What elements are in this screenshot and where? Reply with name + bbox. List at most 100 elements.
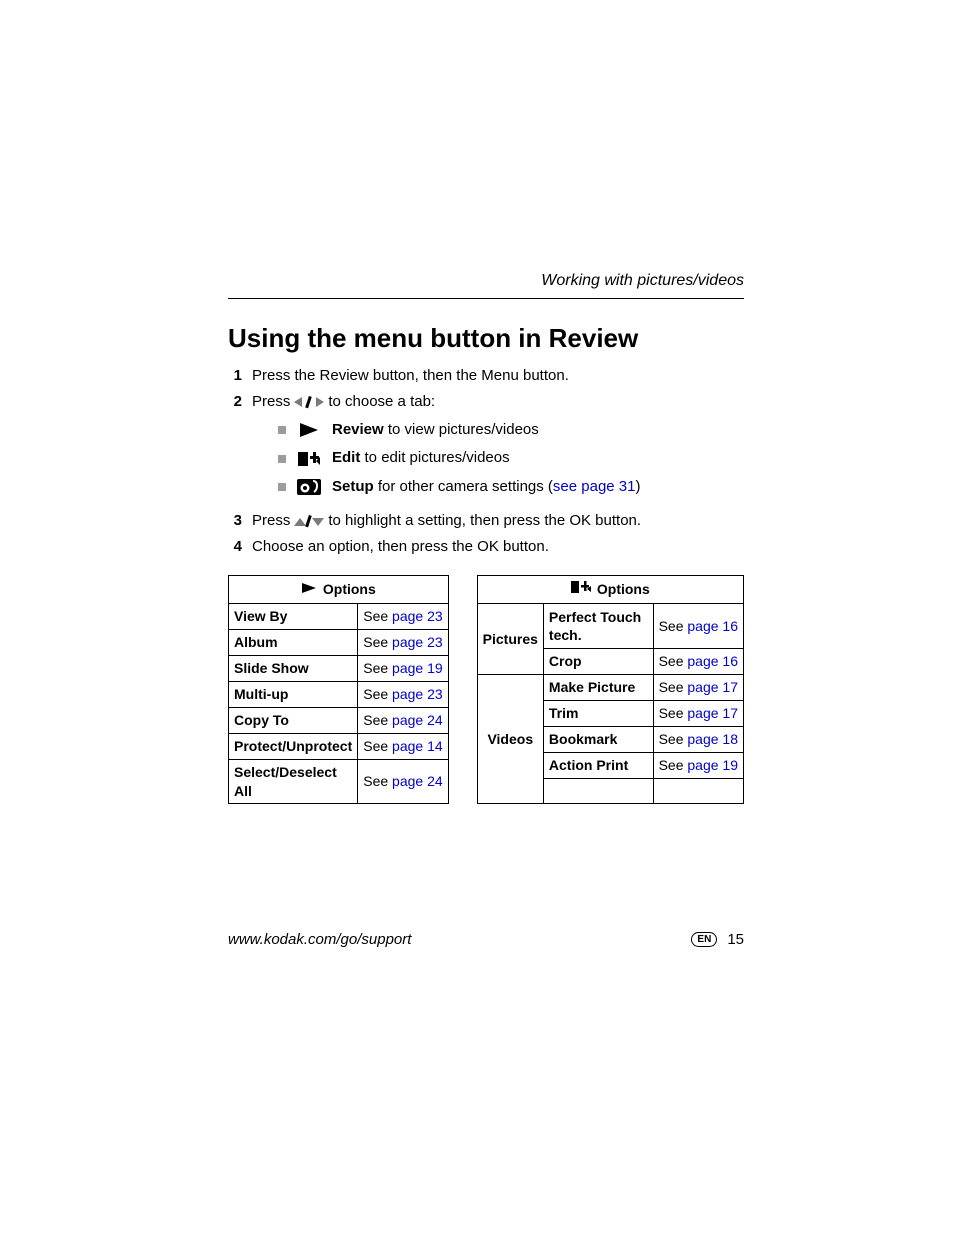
- step-text: to highlight a setting, then press the O…: [328, 511, 641, 531]
- option-name: Action Print: [543, 753, 653, 779]
- table-row: Multi-upSee page 23: [229, 682, 449, 708]
- table-header: Options: [477, 576, 743, 604]
- table-heading-text: Options: [323, 580, 376, 599]
- tab-label: Edit: [332, 449, 360, 466]
- page-link[interactable]: page 14: [392, 738, 443, 754]
- option-name: Perfect Touch tech.: [543, 604, 653, 649]
- step-body: Choose an option, then press the OK butt…: [252, 537, 744, 557]
- step-text: Press: [252, 511, 290, 531]
- page-number: 15: [727, 930, 744, 950]
- option-name: [543, 779, 653, 804]
- step-body: Press the Review button, then the Menu b…: [252, 366, 744, 386]
- option-name: Bookmark: [543, 727, 653, 753]
- table-row: Videos Make Picture See page 17: [477, 675, 743, 701]
- page-link[interactable]: page 23: [392, 634, 443, 650]
- page-link[interactable]: page 16: [687, 653, 738, 669]
- table-row: Protect/UnprotectSee page 14: [229, 733, 449, 759]
- step-list: 1 Press the Review button, then the Menu…: [228, 366, 744, 558]
- page-footer: www.kodak.com/go/support EN 15: [228, 930, 744, 950]
- table-row: Slide ShowSee page 19: [229, 656, 449, 682]
- step-number: 3: [228, 511, 242, 531]
- table-row: View BySee page 23: [229, 604, 449, 630]
- footer-url: www.kodak.com/go/support: [228, 930, 411, 950]
- option-ref: See page 17: [653, 675, 743, 701]
- page-link[interactable]: page 18: [687, 731, 738, 747]
- tab-review: Review to view pictures/videos: [278, 420, 744, 440]
- option-name: Multi-up: [229, 682, 358, 708]
- table-row: Pictures Perfect Touch tech. See page 16: [477, 604, 743, 649]
- option-name: View By: [229, 604, 358, 630]
- page-link[interactable]: page 24: [392, 773, 443, 789]
- option-ref: [653, 779, 743, 804]
- play-icon: [296, 421, 322, 439]
- step-number: 2: [228, 392, 242, 505]
- page-link[interactable]: page 19: [392, 660, 443, 676]
- page-title: Using the menu button in Review: [228, 321, 744, 356]
- step-body: Press to choose a tab: Review to view pi…: [252, 392, 744, 505]
- category-cell: Pictures: [477, 604, 543, 675]
- step-4: 4 Choose an option, then press the OK bu…: [228, 537, 744, 557]
- option-name: Crop: [543, 649, 653, 675]
- step-text: Press: [252, 392, 290, 412]
- edit-icon: [296, 450, 322, 468]
- options-tables: Options View BySee page 23 AlbumSee page…: [228, 575, 744, 804]
- edit-options-table: Options Pictures Perfect Touch tech. See…: [477, 575, 744, 804]
- option-ref: See page 18: [653, 727, 743, 753]
- bullet-icon: [278, 483, 286, 491]
- step-1: 1 Press the Review button, then the Menu…: [228, 366, 744, 386]
- option-ref: See page 14: [358, 733, 448, 759]
- option-ref: See page 16: [653, 604, 743, 649]
- step-2: 2 Press to choose a tab:: [228, 392, 744, 505]
- bullet-icon: [278, 455, 286, 463]
- option-ref: See page 24: [358, 707, 448, 733]
- tab-desc: to view pictures/videos: [384, 421, 539, 438]
- up-down-arrows-icon: [294, 514, 324, 528]
- step-number: 1: [228, 366, 242, 386]
- option-ref: See page 17: [653, 701, 743, 727]
- option-ref: See page 16: [653, 649, 743, 675]
- option-ref: See page 23: [358, 630, 448, 656]
- tab-setup: Setup for other camera settings (see pag…: [278, 477, 744, 497]
- option-name: Protect/Unprotect: [229, 733, 358, 759]
- language-badge: EN: [691, 932, 717, 947]
- tab-desc: to edit pictures/videos: [360, 449, 509, 466]
- tab-edit: Edit to edit pictures/videos: [278, 448, 744, 468]
- option-name: Select/Deselect All: [229, 759, 358, 804]
- table-row: Select/Deselect AllSee page 24: [229, 759, 449, 804]
- option-name: Copy To: [229, 707, 358, 733]
- review-options-table: Options View BySee page 23 AlbumSee page…: [228, 575, 449, 804]
- page-link[interactable]: page 23: [392, 686, 443, 702]
- option-ref: See page 23: [358, 682, 448, 708]
- page-link[interactable]: page 17: [687, 705, 738, 721]
- left-right-arrows-icon: [294, 395, 324, 409]
- step-number: 4: [228, 537, 242, 557]
- page: Working with pictures/videos Using the m…: [0, 0, 954, 1235]
- page-link[interactable]: page 23: [392, 608, 443, 624]
- table-row: AlbumSee page 23: [229, 630, 449, 656]
- table-row: Copy ToSee page 24: [229, 707, 449, 733]
- option-name: Trim: [543, 701, 653, 727]
- step-text: to choose a tab:: [328, 392, 435, 412]
- table-header: Options: [229, 576, 449, 604]
- option-ref: See page 24: [358, 759, 448, 804]
- page-link[interactable]: see page 31: [553, 478, 636, 495]
- tab-label: Setup: [332, 478, 374, 495]
- option-ref: See page 23: [358, 604, 448, 630]
- tab-desc: for other camera settings (: [374, 478, 553, 495]
- page-link[interactable]: page 19: [687, 757, 738, 773]
- tab-list: Review to view pictures/videos Edit to e…: [278, 420, 744, 497]
- page-link[interactable]: page 17: [687, 679, 738, 695]
- bullet-icon: [278, 426, 286, 434]
- table-heading-text: Options: [597, 580, 650, 599]
- page-link[interactable]: page 16: [687, 618, 738, 634]
- setup-icon: [296, 478, 322, 496]
- step-body: Press to highlight a setting, then press…: [252, 511, 744, 531]
- option-name: Slide Show: [229, 656, 358, 682]
- page-link[interactable]: page 24: [392, 712, 443, 728]
- step-3: 3 Press to highlight a setting, then pre…: [228, 511, 744, 531]
- play-icon: [301, 580, 317, 599]
- option-name: Album: [229, 630, 358, 656]
- tab-desc: ): [636, 478, 641, 495]
- edit-icon: [571, 580, 591, 599]
- running-header: Working with pictures/videos: [228, 270, 744, 299]
